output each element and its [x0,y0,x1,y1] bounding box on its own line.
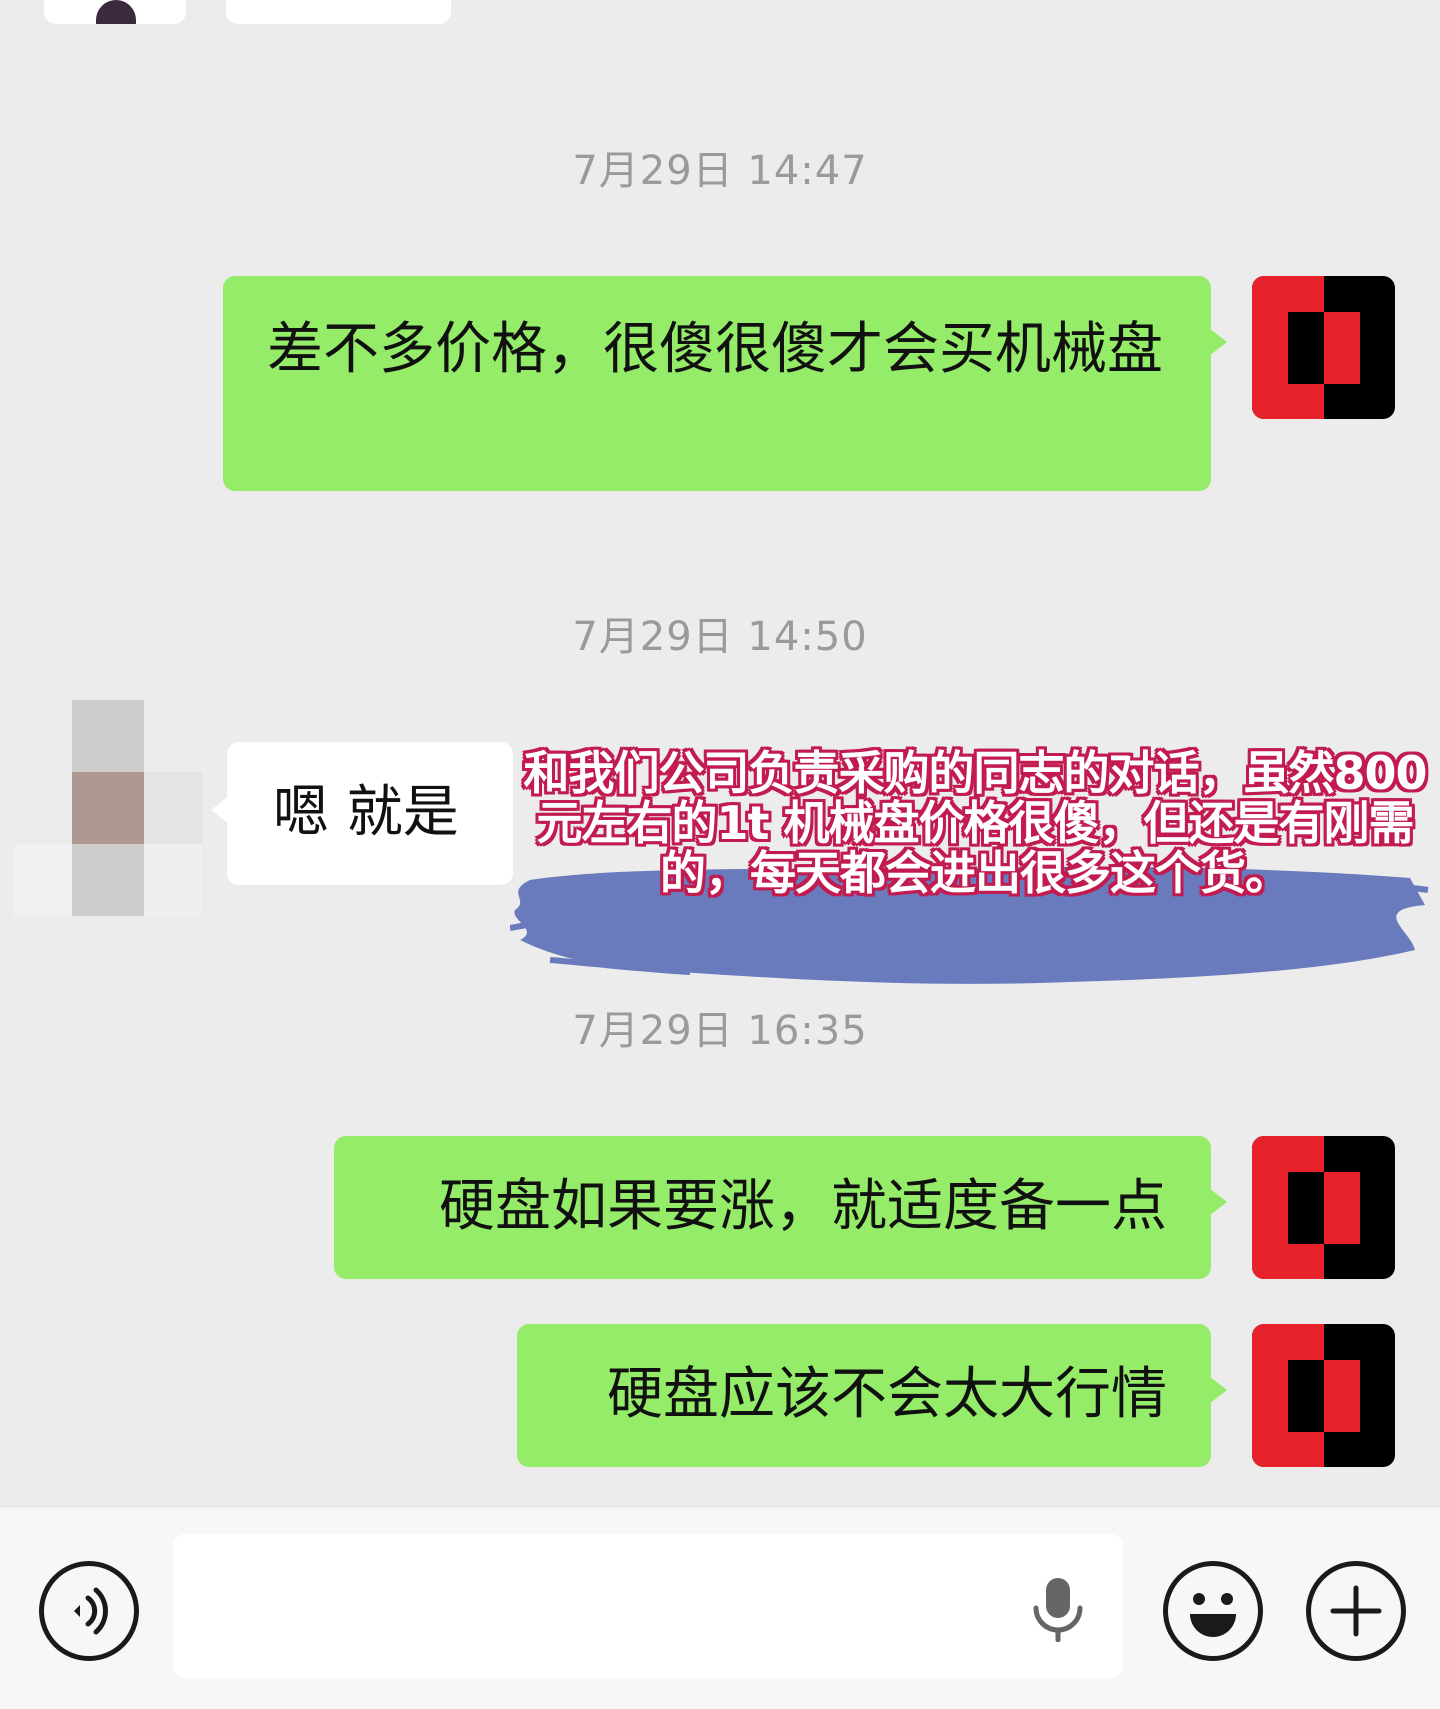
message-text: 差不多价格，很傻很傻才会买机械盘 [267,317,1163,382]
my-avatar[interactable] [1252,1324,1395,1467]
my-avatar[interactable] [1252,276,1395,419]
sent-message-bubble[interactable]: 差不多价格，很傻很傻才会买机械盘 [223,276,1227,491]
previous-contact-avatar[interactable] [44,0,186,24]
contact-avatar[interactable] [14,700,202,916]
received-message-bubble[interactable]: 嗯 就是 [211,742,513,885]
timestamp: 7月29日 14:47 [572,148,868,194]
emoji-icon[interactable] [1163,1561,1263,1661]
message-text: 嗯 就是 [273,780,459,845]
sent-message-bubble[interactable]: 硬盘如果要涨，就适度备一点 [334,1136,1227,1279]
message-input[interactable] [173,1534,1123,1678]
previous-message-bubble[interactable] [226,0,451,24]
timestamp: 7月29日 14:50 [572,614,868,660]
voice-icon[interactable] [39,1561,139,1661]
message-text: 硬盘如果要涨，就适度备一点 [439,1174,1167,1239]
my-avatar[interactable] [1252,1136,1395,1279]
message-text: 硬盘应该不会太大行情 [607,1362,1167,1427]
plus-icon[interactable] [1306,1561,1406,1661]
sent-message-bubble[interactable]: 硬盘应该不会太大行情 [517,1324,1227,1467]
timestamp: 7月29日 16:35 [572,1008,868,1054]
annotation-text: 和我们公司负责采购的同志的对话，虽然800元左右的1t 机械盘价格很傻，但还是有… [523,746,1427,900]
microphone-icon[interactable] [1030,1576,1086,1642]
